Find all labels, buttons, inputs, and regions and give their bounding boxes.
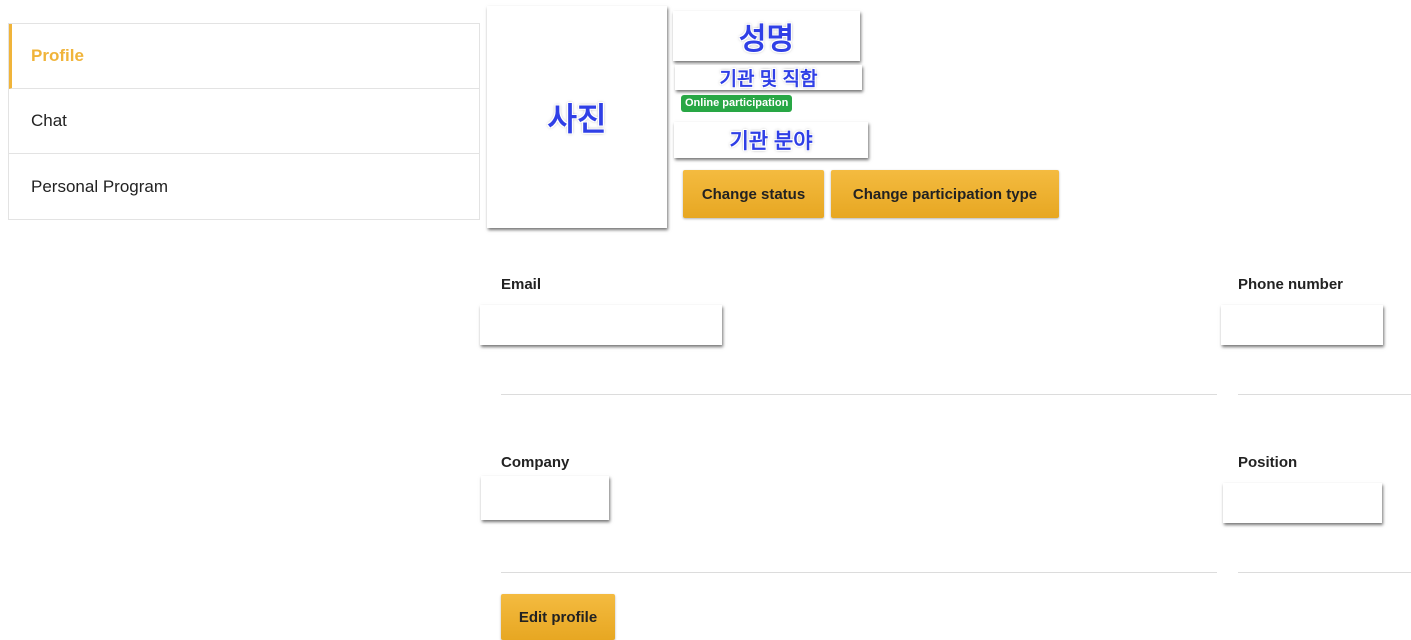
position-field[interactable]: [1223, 483, 1382, 523]
participation-badge: Online participation: [681, 95, 793, 112]
field-label: 기관 분야: [729, 130, 813, 153]
name-label: 성명: [738, 23, 795, 56]
sidebar-item-chat[interactable]: Chat: [9, 89, 479, 154]
sidebar: Profile Chat Personal Program: [8, 23, 480, 220]
name-box: 성명: [673, 11, 860, 61]
organization-title-box: 기관 및 직함: [675, 65, 862, 90]
change-participation-type-button[interactable]: Change participation type: [831, 170, 1059, 218]
sidebar-item-profile[interactable]: Profile: [9, 24, 479, 89]
change-status-button[interactable]: Change status: [683, 170, 824, 218]
position-label: Position: [1238, 454, 1298, 471]
sidebar-item-personal-program[interactable]: Personal Program: [9, 154, 479, 219]
divider: [501, 394, 1217, 395]
profile-photo: 사진: [487, 6, 667, 228]
field-box: 기관 분야: [674, 122, 868, 158]
company-label: Company: [501, 454, 570, 471]
email-field[interactable]: [480, 305, 722, 345]
divider: [501, 572, 1217, 573]
phone-label: Phone number: [1238, 276, 1344, 293]
divider: [1238, 394, 1411, 395]
divider: [1238, 572, 1411, 573]
organization-title-label: 기관 및 직함: [719, 69, 818, 90]
edit-profile-button[interactable]: Edit profile: [501, 594, 615, 640]
email-label: Email: [501, 276, 542, 293]
profile-page: Profile Chat Personal Program 사진 성명 기관 및…: [0, 0, 1411, 640]
photo-label: 사진: [547, 101, 607, 137]
phone-field[interactable]: [1221, 305, 1383, 345]
company-field[interactable]: [481, 476, 609, 520]
